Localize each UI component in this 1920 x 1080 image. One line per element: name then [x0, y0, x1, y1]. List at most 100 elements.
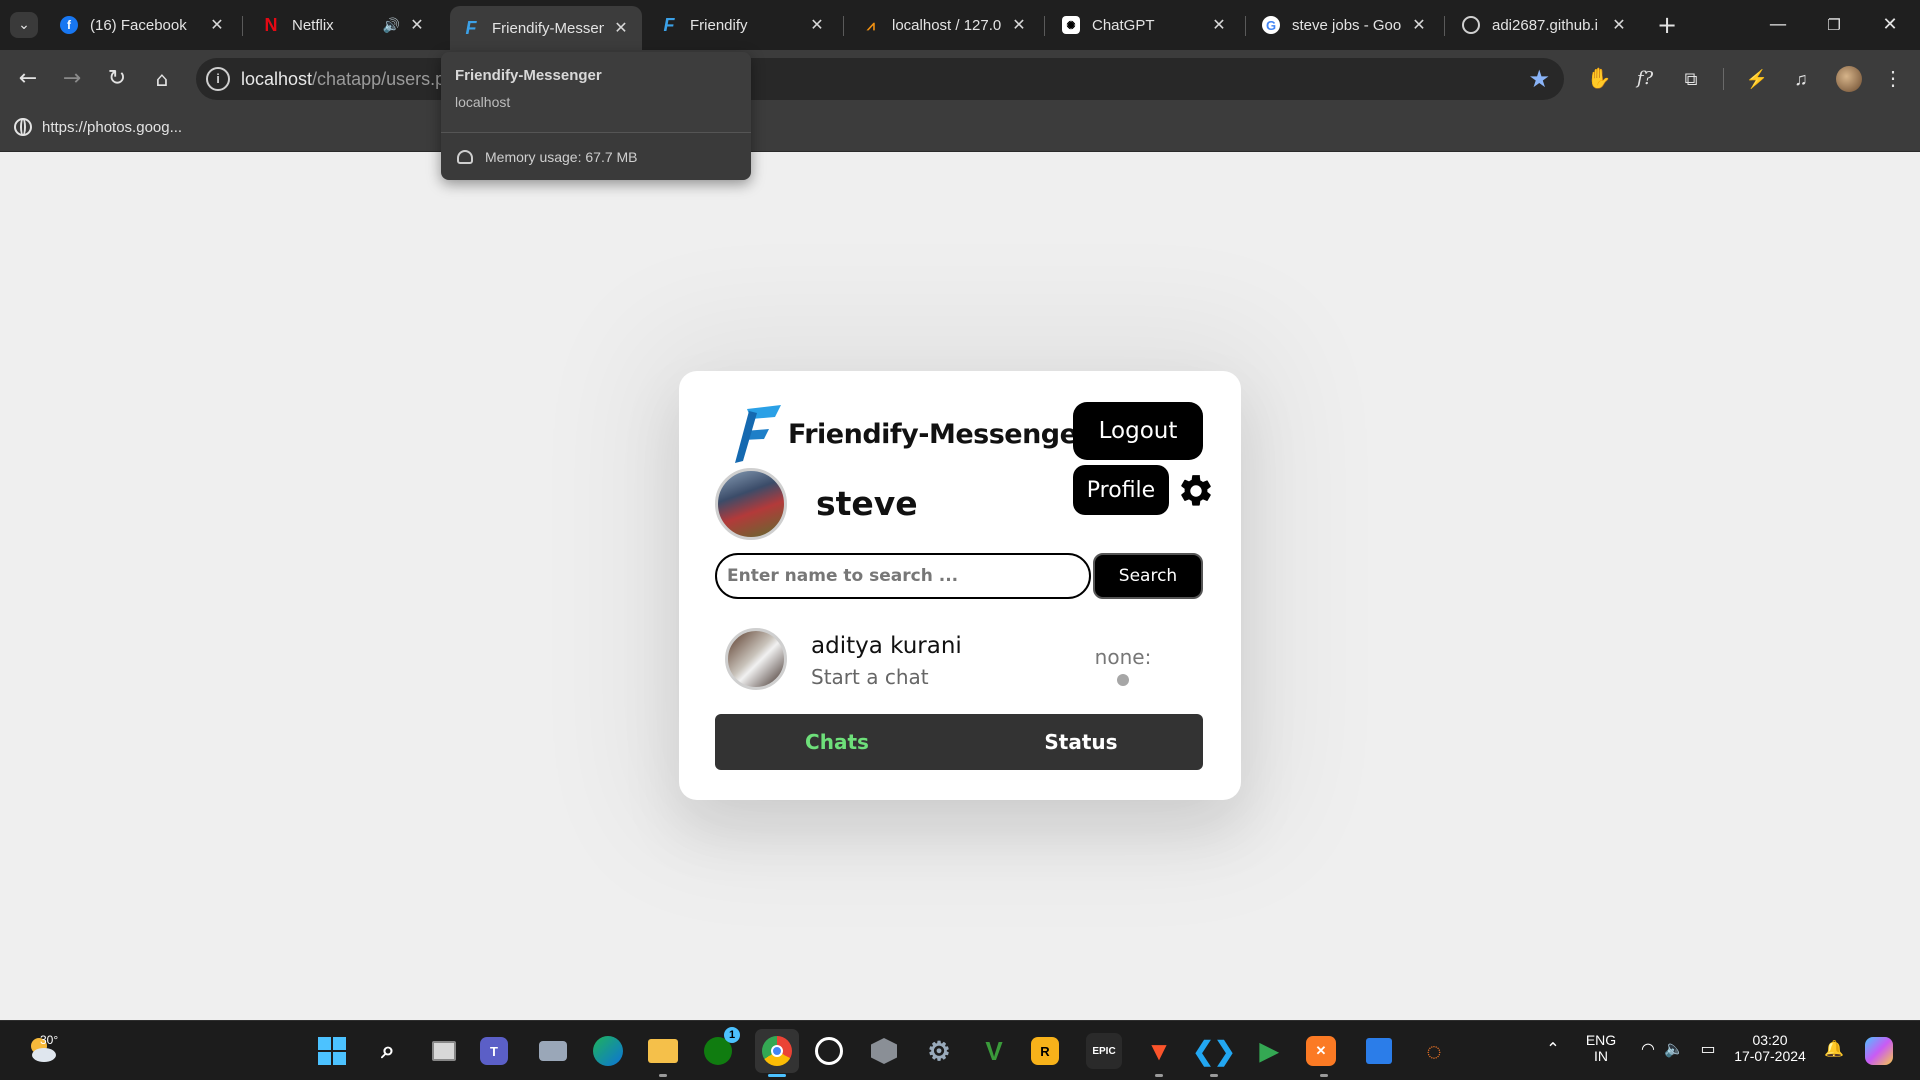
tab-phpmyadmin[interactable]: ⩘ localhost / 127.0 ✕ — [850, 8, 1040, 42]
url-host: localhost — [241, 69, 313, 89]
status-dot-icon — [1117, 674, 1129, 686]
close-icon[interactable]: ✕ — [1610, 15, 1628, 35]
search-button[interactable]: Search — [1093, 553, 1203, 599]
forward-button[interactable]: → — [56, 63, 88, 95]
rockstar-icon[interactable]: R — [1031, 1037, 1059, 1065]
edge-icon[interactable] — [590, 1033, 626, 1069]
chat-list-item[interactable]: aditya kurani Start a chat none: — [715, 621, 1203, 693]
back-button[interactable]: ← — [12, 63, 44, 95]
logout-button[interactable]: Logout — [1073, 402, 1203, 460]
notification-bell-icon[interactable]: 🔔 — [1822, 1039, 1846, 1058]
gear-icon[interactable] — [1177, 472, 1215, 510]
running-indicator — [659, 1074, 667, 1077]
camera-icon[interactable] — [535, 1033, 571, 1069]
brave-icon[interactable]: ▼ — [1141, 1033, 1177, 1069]
extensions-puzzle-icon[interactable]: ⧉ — [1676, 64, 1706, 94]
extension-formula-icon[interactable]: f? — [1630, 64, 1660, 94]
app-unknown-icon[interactable] — [866, 1033, 902, 1069]
close-icon[interactable]: ✕ — [612, 18, 630, 38]
close-icon[interactable]: ✕ — [1210, 15, 1228, 35]
tab-divider — [1245, 16, 1246, 36]
phpmyadmin-icon: ⩘ — [867, 16, 875, 33]
contact-last-message: Start a chat — [811, 665, 929, 689]
tab-chatgpt[interactable]: ✺ ChatGPT ✕ — [1050, 8, 1240, 42]
close-icon[interactable]: ✕ — [1410, 15, 1428, 35]
chevron-up-icon[interactable]: ⌃ — [1541, 1039, 1565, 1058]
file-explorer-icon[interactable] — [645, 1033, 681, 1069]
media-controls-icon[interactable]: ♫ — [1786, 64, 1816, 94]
close-icon[interactable]: ✕ — [808, 15, 826, 35]
copilot-icon[interactable] — [1862, 1034, 1896, 1068]
tab-title: Friendify — [690, 16, 748, 34]
xampp-icon[interactable]: ✕ — [1306, 1036, 1336, 1066]
clock-time: 03:20 — [1752, 1032, 1788, 1048]
new-tab-button[interactable]: + — [1652, 10, 1682, 40]
home-button[interactable]: ⌂ — [146, 63, 178, 95]
region-code: IN — [1594, 1048, 1608, 1064]
globe-icon — [1462, 16, 1480, 34]
epic-games-icon[interactable]: EPIC — [1086, 1033, 1122, 1069]
vim-icon[interactable]: V — [976, 1033, 1012, 1069]
address-bar[interactable]: i localhost/chatapp/users.php ★ — [196, 58, 1564, 100]
tab-friendify[interactable]: F Friendify ✕ — [648, 8, 838, 42]
jupyter-icon[interactable]: ◌ — [1416, 1033, 1452, 1069]
minimize-button[interactable]: — — [1758, 8, 1798, 42]
running-indicator — [1155, 1074, 1163, 1077]
profile-avatar[interactable] — [1834, 64, 1864, 94]
reload-button[interactable]: ↻ — [101, 63, 133, 95]
task-view-icon[interactable] — [426, 1033, 462, 1069]
window-close-button[interactable]: ✕ — [1870, 8, 1910, 42]
close-icon[interactable]: ✕ — [408, 15, 426, 35]
tab-friendify-messenger[interactable]: F Friendify-Messenger ✕ — [450, 6, 642, 50]
hover-card-title: Friendify-Messenger — [455, 67, 602, 84]
address-url[interactable]: localhost/chatapp/users.php — [241, 69, 461, 90]
search-icon[interactable]: ⌕ — [370, 1033, 406, 1069]
close-icon[interactable]: ✕ — [1010, 15, 1028, 35]
language-code: ENG — [1585, 1032, 1617, 1048]
whatsapp-icon[interactable] — [811, 1033, 847, 1069]
tab-title: steve jobs - Goo — [1292, 16, 1402, 34]
battery-icon[interactable]: ▭ — [1696, 1039, 1720, 1058]
xbox-icon[interactable]: 1 — [700, 1027, 740, 1069]
tab-search-button[interactable]: ⌄ — [10, 12, 38, 38]
vscode-icon[interactable]: ❮❯ — [1192, 1033, 1236, 1069]
friendify-logo — [735, 405, 781, 463]
google-icon: G — [1262, 16, 1280, 34]
wifi-icon[interactable]: ◠ — [1636, 1039, 1660, 1058]
tab-title: (16) Facebook — [90, 16, 187, 34]
friendify-icon: F — [663, 14, 675, 35]
extension-adblock-icon[interactable]: ✋ — [1584, 64, 1614, 94]
teams-icon[interactable]: T — [480, 1037, 508, 1065]
tab-status[interactable]: Status — [959, 714, 1203, 770]
chrome-icon[interactable] — [755, 1029, 799, 1073]
bookmark-star-icon[interactable]: ★ — [1528, 65, 1550, 93]
volume-icon[interactable]: 🔈 — [1662, 1039, 1686, 1058]
tab-netflix[interactable]: N Netflix 🔊 ✕ — [250, 8, 438, 42]
settings-gear-icon[interactable]: ⚙ — [921, 1033, 957, 1069]
running-indicator — [1320, 1074, 1328, 1077]
restore-button[interactable]: ❐ — [1814, 8, 1854, 42]
language-indicator[interactable]: ENG IN — [1580, 1032, 1622, 1064]
globe-icon — [14, 118, 32, 136]
close-icon[interactable]: ✕ — [208, 15, 226, 35]
start-icon[interactable] — [314, 1033, 350, 1069]
tab-github-io[interactable]: adi2687.github.i ✕ — [1450, 8, 1640, 42]
tab-divider — [1444, 16, 1445, 36]
contact-avatar — [725, 628, 787, 690]
clock[interactable]: 03:20 17-07-2024 — [1730, 1032, 1810, 1064]
tab-google-search[interactable]: G steve jobs - Goo ✕ — [1250, 8, 1440, 42]
site-info-icon[interactable]: i — [206, 67, 230, 91]
bookmark-item[interactable]: https://photos.goog... — [14, 118, 182, 136]
hover-card-memory: Memory usage: 67.7 MB — [441, 132, 751, 180]
google-play-games-icon[interactable]: ▶ — [1251, 1033, 1287, 1069]
tab-facebook[interactable]: f (16) Facebook ✕ — [48, 8, 238, 42]
netflix-icon: N — [264, 14, 278, 35]
calendar-icon[interactable] — [1361, 1033, 1397, 1069]
speaker-icon[interactable]: 🔊 — [383, 17, 400, 34]
menu-kebab-icon[interactable]: ⋮ — [1878, 64, 1908, 94]
tab-chats[interactable]: Chats — [715, 714, 959, 770]
weather-temperature: 30° — [40, 1033, 59, 1047]
search-input[interactable] — [715, 553, 1091, 599]
performance-icon[interactable]: ⚡ — [1742, 64, 1772, 94]
profile-button[interactable]: Profile — [1073, 465, 1169, 515]
